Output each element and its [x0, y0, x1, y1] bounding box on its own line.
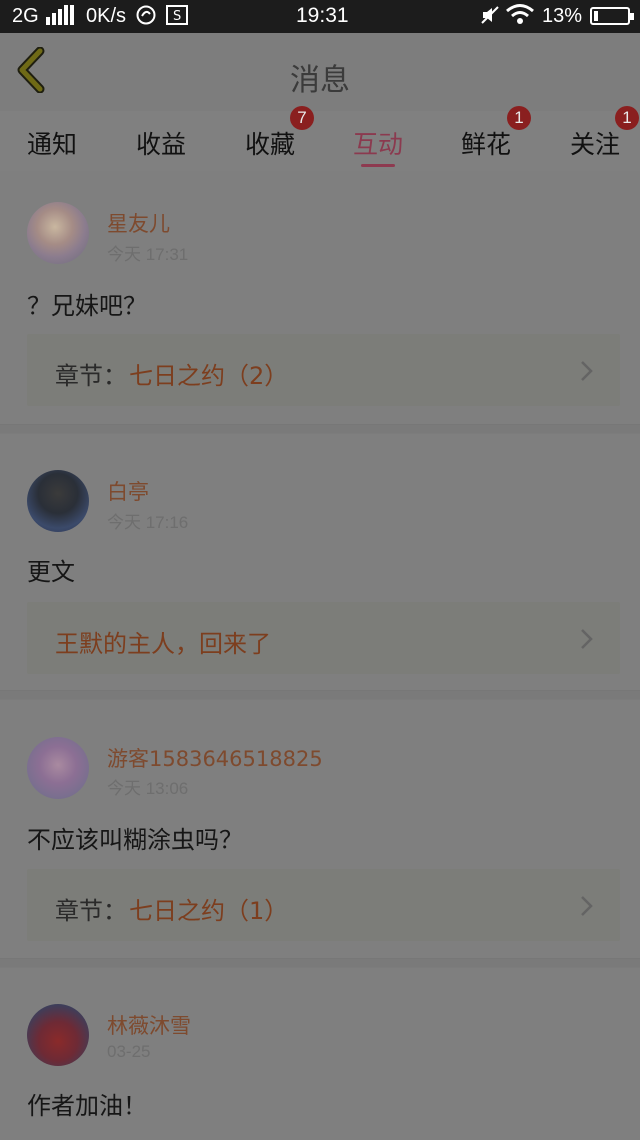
wifi-icon — [505, 3, 535, 32]
chevron-right-icon — [581, 896, 593, 916]
message-time: 今天 13:06 — [107, 779, 189, 798]
username[interactable]: 星友儿 — [107, 208, 170, 238]
chevron-right-icon — [581, 629, 593, 649]
message-content: 更文 — [27, 558, 75, 586]
battery-icon — [590, 7, 634, 25]
message-time: 今天 17:31 — [107, 245, 189, 264]
sync-icon — [136, 5, 156, 32]
tab-follows[interactable]: 关注 — [550, 125, 640, 161]
tab-earnings[interactable]: 收益 — [116, 125, 206, 161]
network-type: 2G — [12, 5, 39, 27]
tab-bar: 通知 收益 收藏 7 互动 鲜花 1 关注 1 — [0, 106, 640, 171]
tab-follows-badge: 1 — [615, 106, 639, 130]
message-card: 星友儿 今天 17:31 ？兄妹吧？ 章节： 七日之约（2） — [0, 172, 640, 424]
avatar[interactable] — [27, 1004, 89, 1066]
tab-interactions[interactable]: 互动 — [333, 125, 423, 161]
mute-icon — [480, 5, 500, 32]
username[interactable]: 游客1583646518825 — [107, 743, 323, 773]
tab-notifications[interactable]: 通知 — [7, 125, 97, 161]
message-time: 03-25 — [107, 1042, 151, 1061]
message-card: 游客1583646518825 今天 13:06 不应该叫糊涂虫吗？ 章节： 七… — [0, 700, 640, 958]
svg-text:S: S — [173, 9, 181, 24]
message-content: ？兄妹吧？ — [27, 292, 147, 320]
username[interactable]: 白亭 — [107, 476, 149, 506]
message-card: 林薇沐雪 03-25 作者加油！ — [0, 968, 640, 1140]
tab-flowers[interactable]: 鲜花 — [441, 125, 531, 161]
chevron-right-icon — [581, 361, 593, 381]
avatar[interactable] — [27, 737, 89, 799]
message-content: 不应该叫糊涂虫吗？ — [27, 826, 243, 854]
status-bar: 2G 0K/s S 19:31 13% — [0, 0, 640, 33]
clock: 19:31 — [296, 4, 349, 27]
chapter-link[interactable]: 王默的主人，回来了 — [27, 602, 620, 674]
avatar[interactable] — [27, 202, 89, 264]
divider — [0, 424, 640, 434]
screenshot-icon: S — [166, 5, 188, 32]
ref-title: 王默的主人，回来了 — [55, 630, 271, 658]
username[interactable]: 林薇沐雪 — [107, 1010, 191, 1040]
tab-flowers-badge: 1 — [507, 106, 531, 130]
tab-favorites-badge: 7 — [290, 106, 314, 130]
page-title: 消息 — [290, 63, 350, 98]
message-content: 作者加油！ — [27, 1092, 147, 1120]
divider — [0, 690, 640, 700]
battery-percent: 13% — [542, 5, 583, 27]
ref-label: 章节： — [55, 362, 127, 390]
ref-title: 七日之约（2） — [129, 362, 289, 390]
ref-title: 七日之约（1） — [129, 897, 289, 925]
network-speed: 0K/s — [86, 5, 127, 27]
active-tab-indicator — [361, 164, 395, 167]
chapter-link[interactable]: 章节： 七日之约（2） — [27, 334, 620, 406]
message-time: 今天 17:16 — [107, 513, 189, 532]
tab-favorites[interactable]: 收藏 — [225, 125, 315, 161]
avatar[interactable] — [27, 470, 89, 532]
chapter-link[interactable]: 章节： 七日之约（1） — [27, 869, 620, 941]
message-card: 白亭 今天 17:16 更文 王默的主人，回来了 — [0, 434, 640, 690]
header: 消息 — [0, 33, 640, 112]
ref-label: 章节： — [55, 897, 127, 925]
divider — [0, 958, 640, 968]
